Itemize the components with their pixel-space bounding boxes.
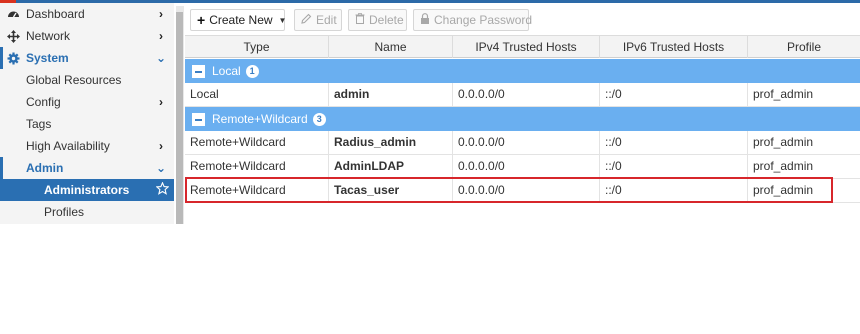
sidebar-item-label: Tags (26, 117, 52, 131)
lock-icon (420, 13, 430, 27)
sidebar-item-network[interactable]: Network › (0, 25, 174, 47)
toolbar: + Create New ▼ Edit Delete Change Passwo… (185, 3, 860, 35)
network-icon (6, 29, 20, 43)
group-count-badge: 3 (312, 112, 326, 126)
plus-icon: + (197, 12, 206, 28)
sidebar-item-label: Network (26, 29, 71, 43)
sidebar-scrollbar-thumb[interactable] (176, 12, 183, 224)
sidebar-item-config[interactable]: Config › (0, 91, 174, 113)
cell-profile: prof_admin (753, 135, 814, 149)
sidebar-item-administrators[interactable]: Administrators (0, 179, 174, 201)
cell-ipv6: ::/0 (600, 131, 748, 154)
sidebar-item-label: System (26, 51, 69, 65)
cell-profile: prof_admin (753, 87, 814, 101)
chevron-right-icon: › (159, 95, 163, 109)
edit-button[interactable]: Edit (294, 9, 342, 31)
group-label: Remote+Wildcard (212, 112, 308, 126)
collapse-icon[interactable] (192, 64, 205, 78)
chevron-right-icon: › (159, 29, 163, 43)
cell-ipv4: 0.0.0.0/0 (453, 155, 600, 178)
cell-profile: prof_admin (753, 159, 814, 173)
column-header-ipv4[interactable]: IPv4 Trusted Hosts (453, 36, 600, 58)
table-row[interactable]: Remote+Wildcard Radius_admin 0.0.0.0/0 :… (185, 131, 860, 155)
dashboard-icon (6, 7, 20, 21)
cell-ipv6: ::/0 (600, 155, 748, 178)
change-password-button[interactable]: Change Password (413, 9, 533, 31)
cell-name: Radius_admin (329, 131, 453, 154)
cell-ipv4: 0.0.0.0/0 (453, 83, 600, 106)
sidebar-item-high-availability[interactable]: High Availability › (0, 135, 174, 157)
cell-ipv4: 0.0.0.0/0 (453, 131, 600, 154)
star-icon[interactable] (155, 181, 170, 198)
cell-ipv6: ::/0 (600, 83, 748, 106)
sidebar-item-label: Admin (26, 161, 64, 175)
table-row[interactable]: Remote+Wildcard AdminLDAP 0.0.0.0/0 ::/0… (185, 155, 860, 179)
sidebar: Dashboard › Network › System ⌄ Global Re… (0, 3, 174, 224)
chevron-down-icon: ⌄ (155, 161, 167, 175)
column-header-name[interactable]: Name (329, 36, 453, 58)
sidebar-item-system[interactable]: System ⌄ (0, 47, 174, 69)
collapse-icon[interactable] (192, 112, 205, 126)
column-header-profile[interactable]: Profile (748, 36, 860, 58)
column-header-ipv6[interactable]: IPv6 Trusted Hosts (600, 36, 748, 58)
sidebar-item-label: Administrators (44, 183, 130, 197)
sidebar-item-global-resources[interactable]: Global Resources (0, 69, 174, 91)
delete-label: Delete (369, 13, 404, 27)
table-header: Type Name IPv4 Trusted Hosts IPv6 Truste… (185, 35, 860, 58)
pencil-icon (301, 13, 312, 27)
sidebar-item-label: Dashboard (26, 7, 85, 21)
sidebar-item-label: Global Resources (26, 73, 122, 87)
caret-down-icon: ▼ (278, 15, 287, 25)
change-password-label: Change Password (434, 13, 533, 27)
create-new-button[interactable]: + Create New ▼ (190, 9, 287, 31)
chevron-right-icon: › (159, 7, 163, 21)
group-header-remote-wildcard[interactable]: Remote+Wildcard 3 (185, 107, 860, 131)
cell-name: admin (329, 83, 453, 106)
group-header-local[interactable]: Local 1 (185, 59, 860, 83)
sidebar-item-profiles[interactable]: Profiles (0, 201, 174, 223)
edit-label: Edit (316, 13, 337, 27)
cell-name: AdminLDAP (329, 155, 453, 178)
cell-type: Local (185, 83, 329, 106)
group-label: Local (212, 64, 241, 78)
trash-icon (355, 13, 365, 27)
table-row[interactable]: Local admin 0.0.0.0/0 ::/0 prof_admin (185, 83, 860, 107)
delete-button[interactable]: Delete (348, 9, 407, 31)
sidebar-item-dashboard[interactable]: Dashboard › (0, 3, 174, 25)
create-new-label: Create New (209, 13, 273, 27)
gear-icon (6, 51, 20, 65)
sidebar-item-label: High Availability (26, 139, 110, 153)
chevron-down-icon: ⌄ (155, 51, 167, 65)
column-header-type[interactable]: Type (185, 36, 329, 58)
group-count-badge: 1 (245, 64, 259, 78)
sidebar-item-label: Config (26, 95, 61, 109)
sidebar-item-label: Profiles (44, 205, 85, 219)
sidebar-item-tags[interactable]: Tags (0, 113, 174, 135)
chevron-right-icon: › (159, 139, 163, 153)
cell-type: Remote+Wildcard (185, 155, 329, 178)
sidebar-item-admin[interactable]: Admin ⌄ (0, 157, 174, 179)
row-highlight-box (185, 177, 833, 203)
cell-type: Remote+Wildcard (185, 131, 329, 154)
